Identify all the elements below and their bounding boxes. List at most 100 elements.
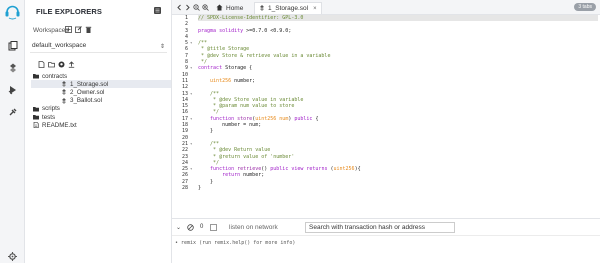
tree-item-1-storage[interactable]: 1_Storage.sol bbox=[31, 80, 171, 89]
fold-chevron-icon[interactable]: ▾ bbox=[190, 91, 192, 97]
code-token: number; bbox=[243, 172, 265, 179]
file-explorer-icon[interactable] bbox=[5, 38, 20, 53]
tree-item-label: 1_Storage.sol bbox=[70, 80, 109, 88]
tab-1-storage[interactable]: 1_Storage.sol × bbox=[254, 2, 322, 14]
pending-count: 0 bbox=[200, 224, 204, 230]
code-token: number; bbox=[234, 77, 256, 84]
delete-workspace-icon[interactable] bbox=[85, 26, 92, 33]
code-token: */ bbox=[198, 159, 220, 166]
panel-menu-icon[interactable] bbox=[154, 7, 161, 14]
icon-panel bbox=[0, 0, 25, 263]
code-token: } bbox=[198, 128, 214, 135]
code-token: () bbox=[261, 166, 271, 173]
deploy-run-icon[interactable] bbox=[5, 82, 20, 97]
code-token: */ bbox=[198, 109, 220, 116]
fold-chevron-icon[interactable]: ▾ bbox=[190, 116, 192, 122]
tree-item-label: scripts bbox=[42, 105, 60, 113]
code-token: public bbox=[294, 115, 313, 122]
solidity-file-icon bbox=[61, 81, 67, 88]
code-token: /** bbox=[198, 90, 220, 97]
zoom-in-icon[interactable] bbox=[202, 4, 209, 11]
code-token: } bbox=[198, 178, 214, 185]
chevron-down-icon[interactable]: ⌄ bbox=[176, 224, 181, 231]
clear-console-icon[interactable] bbox=[187, 224, 194, 231]
workspaces-label: Workspaces bbox=[33, 27, 69, 34]
fold-chevron-icon[interactable]: ▾ bbox=[190, 65, 192, 71]
code-token: uint256 num bbox=[255, 115, 289, 122]
tree-item-readme[interactable]: README.txt bbox=[31, 121, 171, 129]
tabs-badge: 3 tabs bbox=[574, 3, 596, 11]
code-token: pragma solidity bbox=[198, 27, 247, 34]
code-token: * @dev Store value in variable bbox=[198, 96, 304, 103]
code-token: // SPDX-License-Identifier: GPL-3.0 bbox=[198, 15, 304, 21]
new-file-icon[interactable] bbox=[38, 61, 45, 68]
text-file-icon bbox=[33, 122, 39, 129]
code-token: return bbox=[198, 172, 244, 179]
code-token: } bbox=[198, 185, 202, 192]
solidity-compiler-icon[interactable] bbox=[5, 60, 20, 75]
upload-icon[interactable] bbox=[68, 61, 75, 68]
tree-item-scripts[interactable]: scripts bbox=[31, 105, 171, 113]
fold-chevron-icon[interactable]: ▾ bbox=[190, 40, 192, 46]
code-token: /** bbox=[198, 40, 208, 47]
tree-item-label: README.txt bbox=[42, 121, 77, 129]
code-token: uint256 bbox=[333, 166, 355, 173]
code-token: store bbox=[237, 115, 253, 122]
tree-item-3-ballot[interactable]: 3_Ballot.sol bbox=[31, 97, 171, 105]
rename-workspace-icon[interactable] bbox=[75, 26, 82, 33]
code-token: * @title Storage bbox=[198, 46, 250, 53]
panel-title: FILE EXPLORERS bbox=[36, 7, 102, 16]
code-token: /** bbox=[198, 140, 220, 147]
close-tab-icon[interactable]: × bbox=[313, 6, 317, 12]
code-token: * @return value of 'number' bbox=[198, 153, 295, 160]
code-token: * @dev Return value bbox=[198, 147, 271, 154]
folder-open-icon bbox=[33, 73, 39, 79]
code-token: * @param num value to store bbox=[198, 103, 295, 110]
code-token: contract bbox=[198, 65, 226, 72]
settings-gear-icon[interactable] bbox=[8, 252, 17, 261]
zoom-out-icon[interactable] bbox=[193, 4, 200, 11]
tree-item-2-owner[interactable]: 2_Owner.sol bbox=[31, 88, 171, 96]
tab-home[interactable]: Home bbox=[212, 2, 247, 14]
editor-tab-bar: Home 1_Storage.sol × 3 tabs bbox=[172, 0, 600, 15]
code-token: ){ bbox=[354, 166, 361, 173]
code-token: */ bbox=[198, 59, 208, 66]
plugin-manager-icon[interactable] bbox=[5, 104, 20, 119]
tree-item-label: 2_Owner.sol bbox=[70, 88, 105, 96]
home-icon bbox=[216, 4, 223, 13]
fold-chevron-icon[interactable]: ▾ bbox=[190, 166, 192, 172]
tree-item-tests[interactable]: tests bbox=[31, 113, 171, 121]
new-workspace-icon[interactable] bbox=[65, 26, 72, 33]
terminal-panel: ⌄ 0 listen on network Search with transa… bbox=[172, 218, 600, 263]
folder-icon bbox=[33, 114, 39, 120]
new-folder-icon[interactable] bbox=[48, 61, 55, 68]
code-token: number = num; bbox=[198, 122, 262, 129]
chevron-right-icon[interactable] bbox=[184, 4, 191, 11]
code-token: retrieve bbox=[237, 166, 262, 173]
workspace-select-value: default_workspace bbox=[32, 42, 87, 49]
code-token: function bbox=[198, 115, 238, 122]
code-token: >=0.7.0 <0.9.0; bbox=[246, 27, 292, 34]
code-line[interactable]: 28} bbox=[182, 185, 598, 192]
fold-chevron-icon[interactable]: ▾ bbox=[190, 141, 192, 147]
code-editor[interactable]: 1// SPDX-License-Identifier: GPL-3.0 2 3 pr… bbox=[172, 15, 600, 218]
code-token: uint256 bbox=[198, 77, 235, 84]
listen-checkbox[interactable] bbox=[210, 224, 217, 231]
solidity-file-icon bbox=[61, 97, 67, 104]
tab-file-label: 1_Storage.sol bbox=[268, 5, 309, 12]
github-icon[interactable] bbox=[58, 61, 65, 68]
folder-icon bbox=[33, 106, 39, 112]
workspace-select[interactable]: default_workspace ⇕ bbox=[30, 40, 167, 53]
tree-item-label: 3_Ballot.sol bbox=[70, 97, 102, 105]
chevron-left-icon[interactable] bbox=[176, 4, 183, 11]
tree-item-label: contracts bbox=[42, 72, 68, 80]
code-token: function bbox=[198, 166, 238, 173]
listen-label: listen on network bbox=[229, 224, 278, 231]
transaction-search-input[interactable]: Search with transaction hash or address bbox=[305, 222, 455, 233]
terminal-toolbar: ⌄ 0 listen on network Search with transa… bbox=[172, 219, 600, 236]
tree-item-contracts[interactable]: contracts bbox=[31, 72, 171, 80]
remix-logo-icon[interactable] bbox=[4, 3, 21, 20]
code-token: public view returns bbox=[270, 166, 331, 173]
line-number: 28 bbox=[181, 185, 188, 192]
code-token: { bbox=[312, 115, 319, 122]
